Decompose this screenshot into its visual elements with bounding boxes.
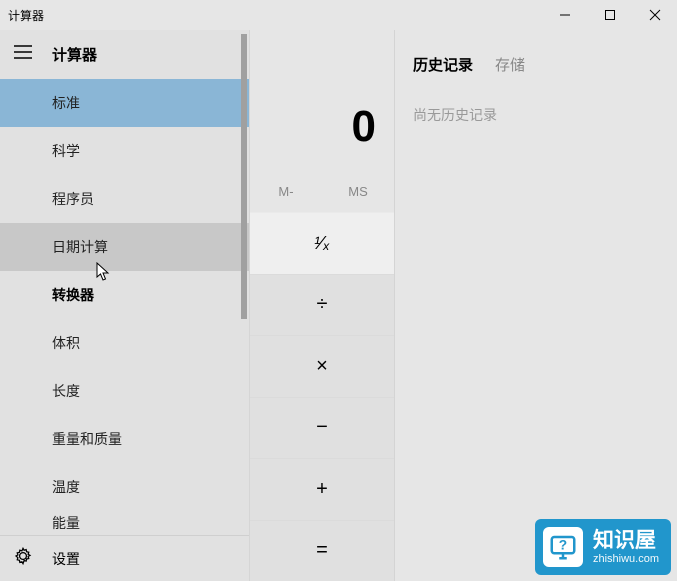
window-title: 计算器 bbox=[8, 7, 44, 24]
watermark-monitor-icon: ? bbox=[543, 527, 583, 567]
multiply-key[interactable]: × bbox=[250, 335, 394, 397]
close-button[interactable] bbox=[632, 0, 677, 30]
nav-item-label: 温度 bbox=[52, 477, 80, 497]
svg-text:?: ? bbox=[559, 538, 567, 553]
nav-item-temperature[interactable]: 温度 bbox=[0, 463, 249, 511]
nav-item-date-calc[interactable]: 日期计算 bbox=[0, 223, 249, 271]
nav-item-volume[interactable]: 体积 bbox=[0, 319, 249, 367]
nav-item-label: 程序员 bbox=[52, 189, 94, 209]
equals-key[interactable]: = bbox=[250, 520, 394, 581]
maximize-button[interactable] bbox=[587, 0, 632, 30]
divide-key[interactable]: ÷ bbox=[250, 274, 394, 336]
keypad: ¹⁄ₓ ÷ × − + = bbox=[250, 212, 394, 581]
history-tabs: 历史记录 存储 bbox=[413, 54, 659, 75]
reciprocal-key[interactable]: ¹⁄ₓ bbox=[250, 212, 394, 274]
calculator-display: 0 bbox=[250, 30, 394, 170]
tab-memory[interactable]: 存储 bbox=[495, 54, 525, 75]
nav-settings-label: 设置 bbox=[52, 549, 80, 569]
nav-item-weight[interactable]: 重量和质量 bbox=[0, 415, 249, 463]
calculator-column: 0 M- MS ¹⁄ₓ ÷ × − + = bbox=[250, 30, 394, 581]
left-pane: 0 M- MS ¹⁄ₓ ÷ × − + = 计算器 标准 科学 bbox=[0, 30, 394, 581]
memory-store-button[interactable]: MS bbox=[322, 170, 394, 212]
nav-settings[interactable]: 设置 bbox=[0, 535, 249, 581]
nav-item-scientific[interactable]: 科学 bbox=[0, 127, 249, 175]
plus-key[interactable]: + bbox=[250, 458, 394, 520]
minus-key[interactable]: − bbox=[250, 397, 394, 459]
nav-item-label: 能量 bbox=[52, 513, 80, 533]
nav-item-label: 体积 bbox=[52, 333, 80, 353]
watermark: ? 知识屋 zhishiwu.com bbox=[535, 519, 671, 575]
hamburger-icon bbox=[14, 45, 32, 59]
hamburger-button[interactable] bbox=[0, 30, 46, 74]
watermark-url: zhishiwu.com bbox=[593, 553, 659, 565]
watermark-title: 知识屋 bbox=[593, 529, 659, 552]
nav-item-label: 重量和质量 bbox=[52, 429, 122, 449]
nav-scrollbar[interactable] bbox=[241, 34, 247, 319]
nav-item-energy[interactable]: 能量 bbox=[0, 511, 249, 535]
nav-item-label: 日期计算 bbox=[52, 237, 108, 257]
tab-history[interactable]: 历史记录 bbox=[413, 54, 473, 75]
minimize-button[interactable] bbox=[542, 0, 587, 30]
history-pane: 历史记录 存储 尚无历史记录 bbox=[394, 30, 677, 581]
nav-item-label: 科学 bbox=[52, 141, 80, 161]
gear-icon bbox=[14, 547, 34, 570]
nav-item-length[interactable]: 长度 bbox=[0, 367, 249, 415]
nav-section-converter: 转换器 bbox=[0, 271, 249, 319]
navigation-panel: 计算器 标准 科学 程序员 日期计算 转换器 体积 长度 重量和质量 温度 能量… bbox=[0, 30, 250, 581]
nav-item-programmer[interactable]: 程序员 bbox=[0, 175, 249, 223]
window-controls bbox=[542, 0, 677, 30]
memory-row: M- MS bbox=[250, 170, 394, 212]
history-empty-text: 尚无历史记录 bbox=[413, 105, 659, 125]
nav-item-label: 长度 bbox=[52, 381, 80, 401]
nav-item-standard[interactable]: 标准 bbox=[0, 79, 249, 127]
nav-item-label: 标准 bbox=[52, 93, 80, 113]
memory-minus-button[interactable]: M- bbox=[250, 170, 322, 212]
title-bar: 计算器 bbox=[0, 0, 677, 30]
